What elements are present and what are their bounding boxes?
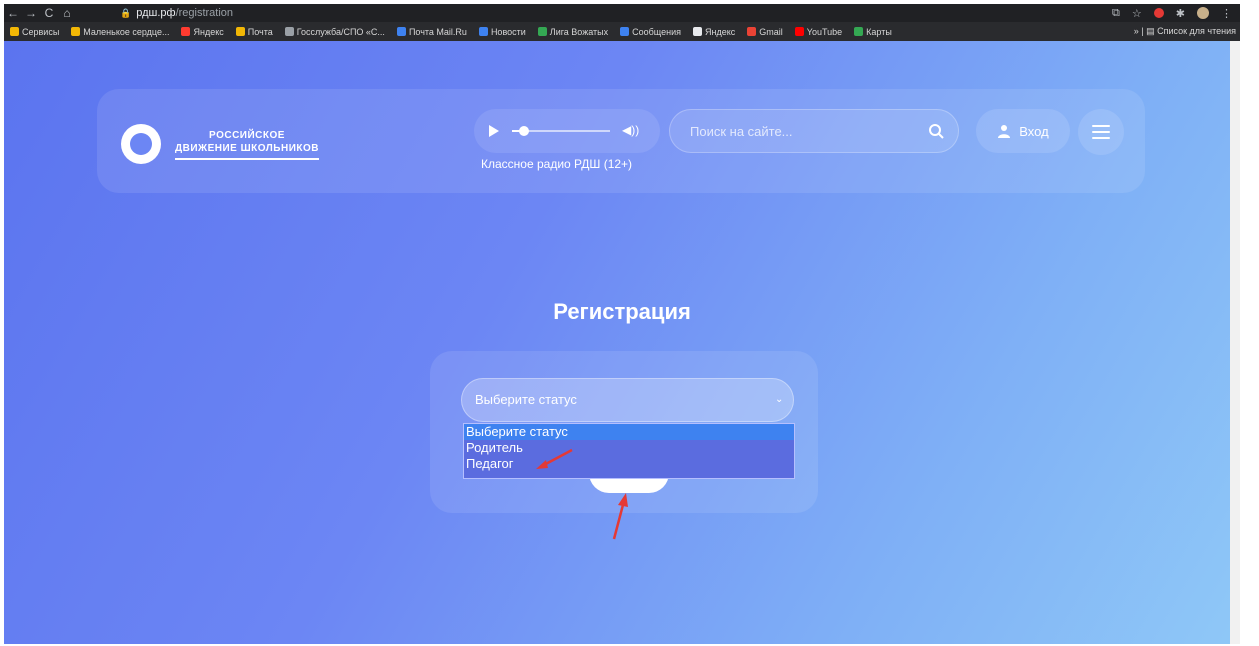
back-icon[interactable]: ← (4, 4, 22, 22)
forward-icon[interactable]: → (22, 4, 40, 22)
bookmark-label: Яндекс (705, 26, 736, 37)
bookmark-label: Почта (247, 26, 273, 37)
bookmark-item[interactable]: Лига Вожатых (537, 26, 609, 37)
bookmark-icon (854, 27, 864, 36)
extension-icon[interactable] (1153, 8, 1164, 18)
bookmark-item[interactable]: Сообщения (620, 27, 681, 37)
kebab-menu-icon[interactable]: ⋮ (1221, 7, 1232, 20)
logo-text: РОССИЙСКОЕ ДВИЖЕНИЕ ШКОЛЬНИКОВ (175, 129, 319, 160)
bookmark-item[interactable]: Сервисы (10, 27, 59, 37)
chevron-down-icon[interactable]: ⌄ (775, 394, 783, 405)
bookmark-item[interactable]: Яндекс (693, 27, 735, 37)
status-select[interactable]: Выберите статус (461, 378, 794, 422)
bookmark-icon (284, 27, 294, 36)
bookmark-icon (794, 27, 804, 36)
reload-icon[interactable]: C (40, 4, 58, 22)
star-icon[interactable]: ☆ (1132, 7, 1142, 20)
bookmark-label: Gmail (759, 26, 783, 37)
volume-icon[interactable]: ◀)) (622, 123, 639, 137)
profile-avatar[interactable] (1197, 7, 1209, 19)
site-logo[interactable]: РОССИЙСКОЕ ДВИЖЕНИЕ ШКОЛЬНИКОВ (121, 121, 321, 167)
bookmark-item[interactable]: Маленькое сердце... (71, 27, 169, 37)
search-icon[interactable] (921, 116, 951, 146)
bookmark-label: Яндекс (193, 26, 224, 37)
bookmark-label: Новости (490, 26, 526, 37)
home-icon[interactable]: ⌂ (58, 4, 76, 22)
bookmark-icon (537, 27, 547, 36)
puzzle-icon[interactable]: ✱ (1176, 7, 1185, 20)
bookmark-item[interactable]: Госслужба/СПО «С... (284, 26, 385, 37)
play-icon[interactable] (489, 125, 499, 137)
page-title: Регистрация (553, 299, 691, 324)
bookmark-item[interactable]: Карты (854, 27, 892, 37)
url-path: /registration (175, 7, 234, 19)
user-icon (997, 124, 1011, 138)
address-bar: ← → C ⌂ 🔒 рдш.рф /registration ⧉ ☆ ✱ ⋮ (4, 4, 1240, 22)
logo-mark-icon (121, 124, 161, 164)
bookmark-label: Сообщения (632, 26, 681, 37)
bookmark-item[interactable]: YouTube (794, 26, 843, 37)
bookmark-item[interactable]: Новости (478, 26, 526, 37)
bookmark-label: Маленькое сердце... (83, 26, 170, 37)
bookmark-label: Карты (866, 26, 892, 37)
bookmark-icon (181, 27, 191, 36)
bookmark-icon (10, 27, 19, 36)
search-input[interactable] (669, 109, 959, 153)
bookmark-icon (478, 27, 488, 36)
bookmark-icon (71, 27, 81, 36)
bookmark-icon (747, 27, 757, 36)
bookmark-icon (620, 27, 630, 36)
status-dropdown: Выберите статус Родитель Педагог (463, 423, 795, 479)
dropdown-option[interactable]: Выберите статус (464, 424, 794, 440)
dropdown-option[interactable]: Родитель (464, 440, 794, 456)
bookmark-item[interactable]: Gmail (747, 27, 783, 37)
bookmark-label: Сервисы (22, 26, 60, 37)
bookmark-label: Почта Mail.Ru (408, 26, 467, 37)
bookmark-label: Лига Вожатых (549, 26, 609, 37)
bookmark-item[interactable]: Почта Mail.Ru (396, 26, 467, 37)
bookmarks-bar: Сервисы Маленькое сердце... Яндекс Почта Гос… (4, 22, 1240, 41)
scrollbar[interactable] (1230, 41, 1240, 644)
url-field[interactable]: 🔒 рдш.рф /registration (116, 5, 1084, 21)
browser-window: ← → C ⌂ 🔒 рдш.рф /registration ⧉ ☆ ✱ ⋮ С… (4, 4, 1240, 644)
url-host: рдш.рф (136, 7, 176, 19)
bookmark-icon (396, 27, 406, 36)
bookmark-item[interactable]: Почта (235, 26, 273, 37)
player-seek-handle[interactable] (518, 126, 529, 136)
lock-icon: 🔒 (120, 8, 132, 18)
page-viewport: РОССИЙСКОЕ ДВИЖЕНИЕ ШКОЛЬНИКОВ ◀)) Класс… (4, 41, 1240, 644)
bookmark-item[interactable]: Яндекс (181, 26, 224, 37)
hamburger-icon (1092, 125, 1110, 139)
login-label: Вход (1019, 123, 1049, 139)
bookmark-label: Госслужба/СПО «С... (296, 26, 385, 37)
bookmark-label: YouTube (806, 26, 843, 37)
menu-button[interactable] (1078, 109, 1124, 155)
reading-list[interactable]: » | ▤ Список для чтения (1134, 22, 1236, 41)
bookmark-icon (693, 27, 702, 36)
radio-label: Классное радио РДШ (12+) (481, 157, 633, 171)
bookmark-icon (235, 27, 245, 36)
login-button[interactable]: Вход (976, 109, 1070, 153)
share-icon[interactable]: ⧉ (1112, 7, 1120, 20)
dropdown-option[interactable]: Педагог (464, 456, 794, 472)
toolbar-icons: ⧉ ☆ ✱ ⋮ (1112, 4, 1232, 22)
